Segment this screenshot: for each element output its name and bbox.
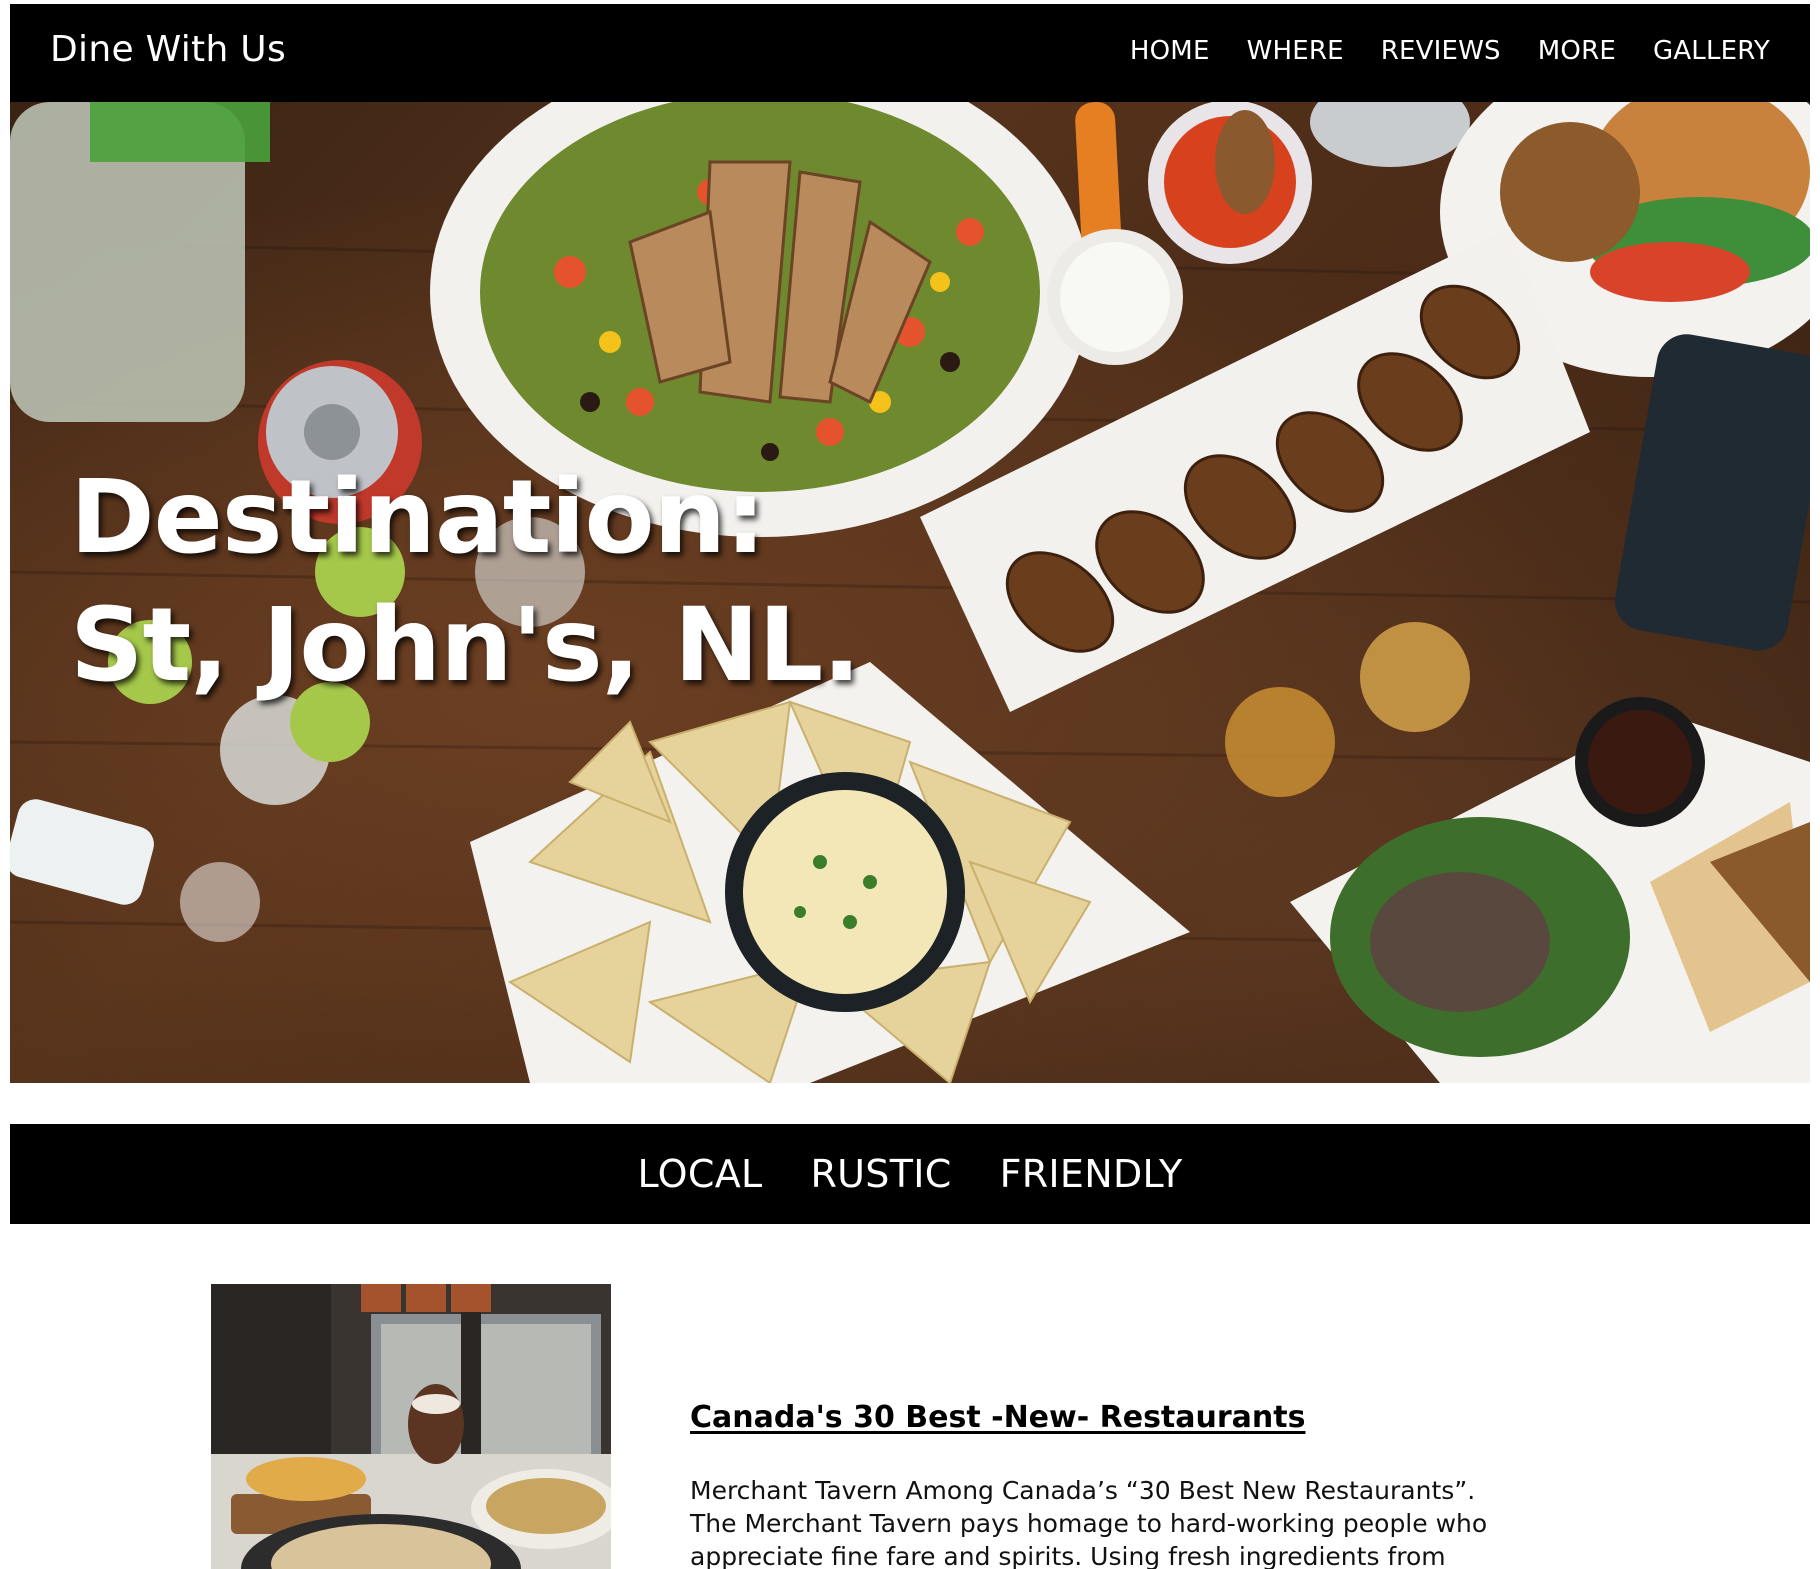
nav-link-home[interactable]: HOME — [1130, 36, 1210, 67]
site-brand[interactable]: Dine With Us — [50, 28, 286, 71]
hero-title-line2: St, John's, NL. — [70, 586, 861, 705]
hero-title: Destination: St, John's, NL. — [70, 454, 861, 710]
tagline-local: LOCAL — [637, 1152, 763, 1196]
top-navbar: Dine With Us HOME WHERE REVIEWS MORE GAL… — [10, 4, 1810, 102]
article-title-link[interactable]: Canada's 30 Best -New- Restaurants — [690, 1400, 1305, 1436]
nav-link-more[interactable]: MORE — [1538, 36, 1616, 67]
feature-photo — [211, 1284, 611, 1569]
page: Dine With Us HOME WHERE REVIEWS MORE GAL… — [0, 0, 1820, 1569]
tagline-bar: LOCAL RUSTIC FRIENDLY — [10, 1124, 1810, 1224]
nav-link-gallery[interactable]: GALLERY — [1653, 36, 1770, 67]
article: Canada's 30 Best -New- Restaurants Merch… — [690, 1400, 1520, 1569]
main-nav: HOME WHERE REVIEWS MORE GALLERY — [1130, 36, 1770, 67]
tagline-friendly: FRIENDLY — [999, 1152, 1183, 1196]
nav-link-reviews[interactable]: REVIEWS — [1381, 36, 1501, 67]
nav-link-where[interactable]: WHERE — [1247, 36, 1344, 67]
hero-title-line1: Destination: — [70, 458, 766, 577]
article-body: Merchant Tavern Among Canada’s “30 Best … — [690, 1476, 1488, 1569]
tagline-rustic: RUSTIC — [810, 1152, 952, 1196]
hero-banner: Destination: St, John's, NL. — [10, 102, 1810, 1083]
